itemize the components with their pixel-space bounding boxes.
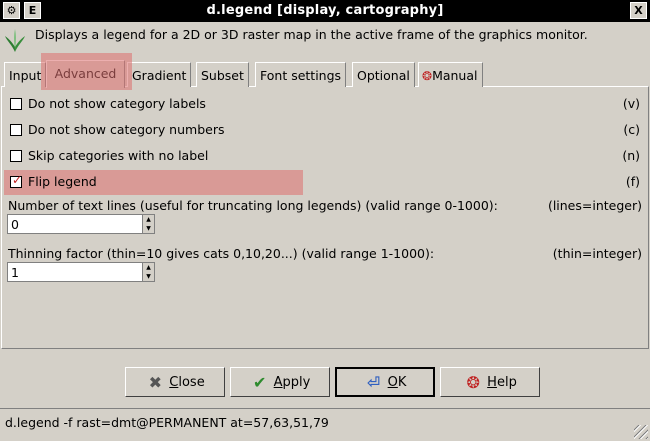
tab-advanced[interactable]: Advanced bbox=[46, 60, 125, 88]
apply-label-first: A bbox=[273, 374, 283, 390]
checkbox-no-numbers[interactable] bbox=[10, 124, 22, 136]
tab-optional[interactable]: Optional bbox=[352, 62, 415, 87]
tab-manual[interactable]: ❂Manual bbox=[418, 62, 483, 87]
check-icon: ✔ bbox=[252, 372, 267, 392]
window-title: d.legend [display, cartography] bbox=[206, 3, 444, 18]
option-flag: (n) bbox=[622, 148, 640, 163]
close-button[interactable]: ✖ Close bbox=[125, 367, 225, 397]
tab-subset[interactable]: Subset bbox=[196, 62, 249, 87]
option-flag: (c) bbox=[623, 122, 640, 137]
ok-label-first: O bbox=[387, 374, 398, 390]
tab-font-settings[interactable]: Font settings bbox=[255, 62, 347, 87]
checkbox-no-labels[interactable] bbox=[10, 98, 22, 110]
option-row-no-numbers: Do not show category numbers (c) bbox=[8, 121, 642, 139]
checkmark-icon: ✓ bbox=[12, 173, 23, 187]
option-flag: (f) bbox=[625, 174, 640, 189]
close-label-first: C bbox=[169, 374, 179, 390]
spin-up-icon[interactable]: ▲ bbox=[143, 263, 154, 272]
resize-grip[interactable] bbox=[634, 425, 648, 439]
checkbox-skip-categories[interactable] bbox=[10, 150, 22, 162]
lines-key: (lines=integer) bbox=[547, 198, 642, 213]
lines-value: 0 bbox=[11, 217, 19, 232]
tab-input[interactable]: Input bbox=[4, 62, 47, 87]
title-bar: ⚙ E d.legend [display, cartography] X bbox=[0, 0, 650, 22]
close-label-rest: lose bbox=[178, 374, 205, 390]
checkbox-flip-legend[interactable]: ✓ bbox=[10, 173, 23, 188]
option-label: Do not show category labels bbox=[28, 96, 206, 111]
option-flag: (v) bbox=[622, 96, 640, 111]
lines-label: Number of text lines (useful for truncat… bbox=[8, 198, 498, 213]
option-label: Do not show category numbers bbox=[28, 122, 225, 137]
option-label: Flip legend bbox=[28, 174, 97, 189]
help-button[interactable]: ❂ Help bbox=[440, 367, 540, 397]
lines-spinner[interactable]: 0 ▲ ▼ bbox=[7, 214, 155, 234]
lines-spinner-arrows[interactable]: ▲ ▼ bbox=[142, 215, 154, 233]
status-bar: d.legend -f rast=dmt@PERMANENT at=57,63,… bbox=[0, 408, 650, 441]
tab-gradient[interactable]: Gradient bbox=[127, 62, 192, 87]
close-x-icon: ✖ bbox=[148, 372, 162, 392]
ok-label-rest: K bbox=[397, 374, 407, 390]
lifebuoy-icon: ❂ bbox=[466, 372, 480, 392]
help-label-rest: elp bbox=[496, 374, 517, 390]
thin-spinner-arrows[interactable]: ▲ ▼ bbox=[142, 263, 154, 281]
tab-manual-label: Manual bbox=[432, 68, 478, 83]
help-label-first: H bbox=[487, 374, 497, 390]
option-row-no-labels: Do not show category labels (v) bbox=[8, 95, 642, 113]
grass-logo-icon bbox=[4, 27, 26, 53]
apply-label-rest: pply bbox=[282, 374, 311, 390]
spin-down-icon[interactable]: ▼ bbox=[143, 272, 154, 281]
option-row-flip-legend: ✓ Flip legend (f) bbox=[8, 173, 642, 191]
thin-key: (thin=integer) bbox=[552, 246, 642, 261]
module-description: Displays a legend for a 2D or 3D raster … bbox=[35, 27, 588, 42]
lifebuoy-icon: ❂ bbox=[422, 69, 433, 83]
command-preview: d.legend -f rast=dmt@PERMANENT at=57,63,… bbox=[5, 415, 329, 430]
spin-down-icon[interactable]: ▼ bbox=[143, 224, 154, 233]
ok-button[interactable]: ⏎ OK bbox=[335, 367, 435, 397]
spin-up-icon[interactable]: ▲ bbox=[143, 215, 154, 224]
thin-value: 1 bbox=[11, 265, 19, 280]
thin-label: Thinning factor (thin=10 gives cats 0,10… bbox=[8, 246, 435, 261]
window-close-button[interactable]: X bbox=[630, 2, 647, 19]
apply-button[interactable]: ✔ Apply bbox=[230, 367, 330, 397]
option-row-skip-categories: Skip categories with no label (n) bbox=[8, 147, 642, 165]
thin-spinner[interactable]: 1 ▲ ▼ bbox=[7, 262, 155, 282]
option-label: Skip categories with no label bbox=[28, 148, 209, 163]
return-arrow-icon: ⏎ bbox=[366, 372, 381, 392]
